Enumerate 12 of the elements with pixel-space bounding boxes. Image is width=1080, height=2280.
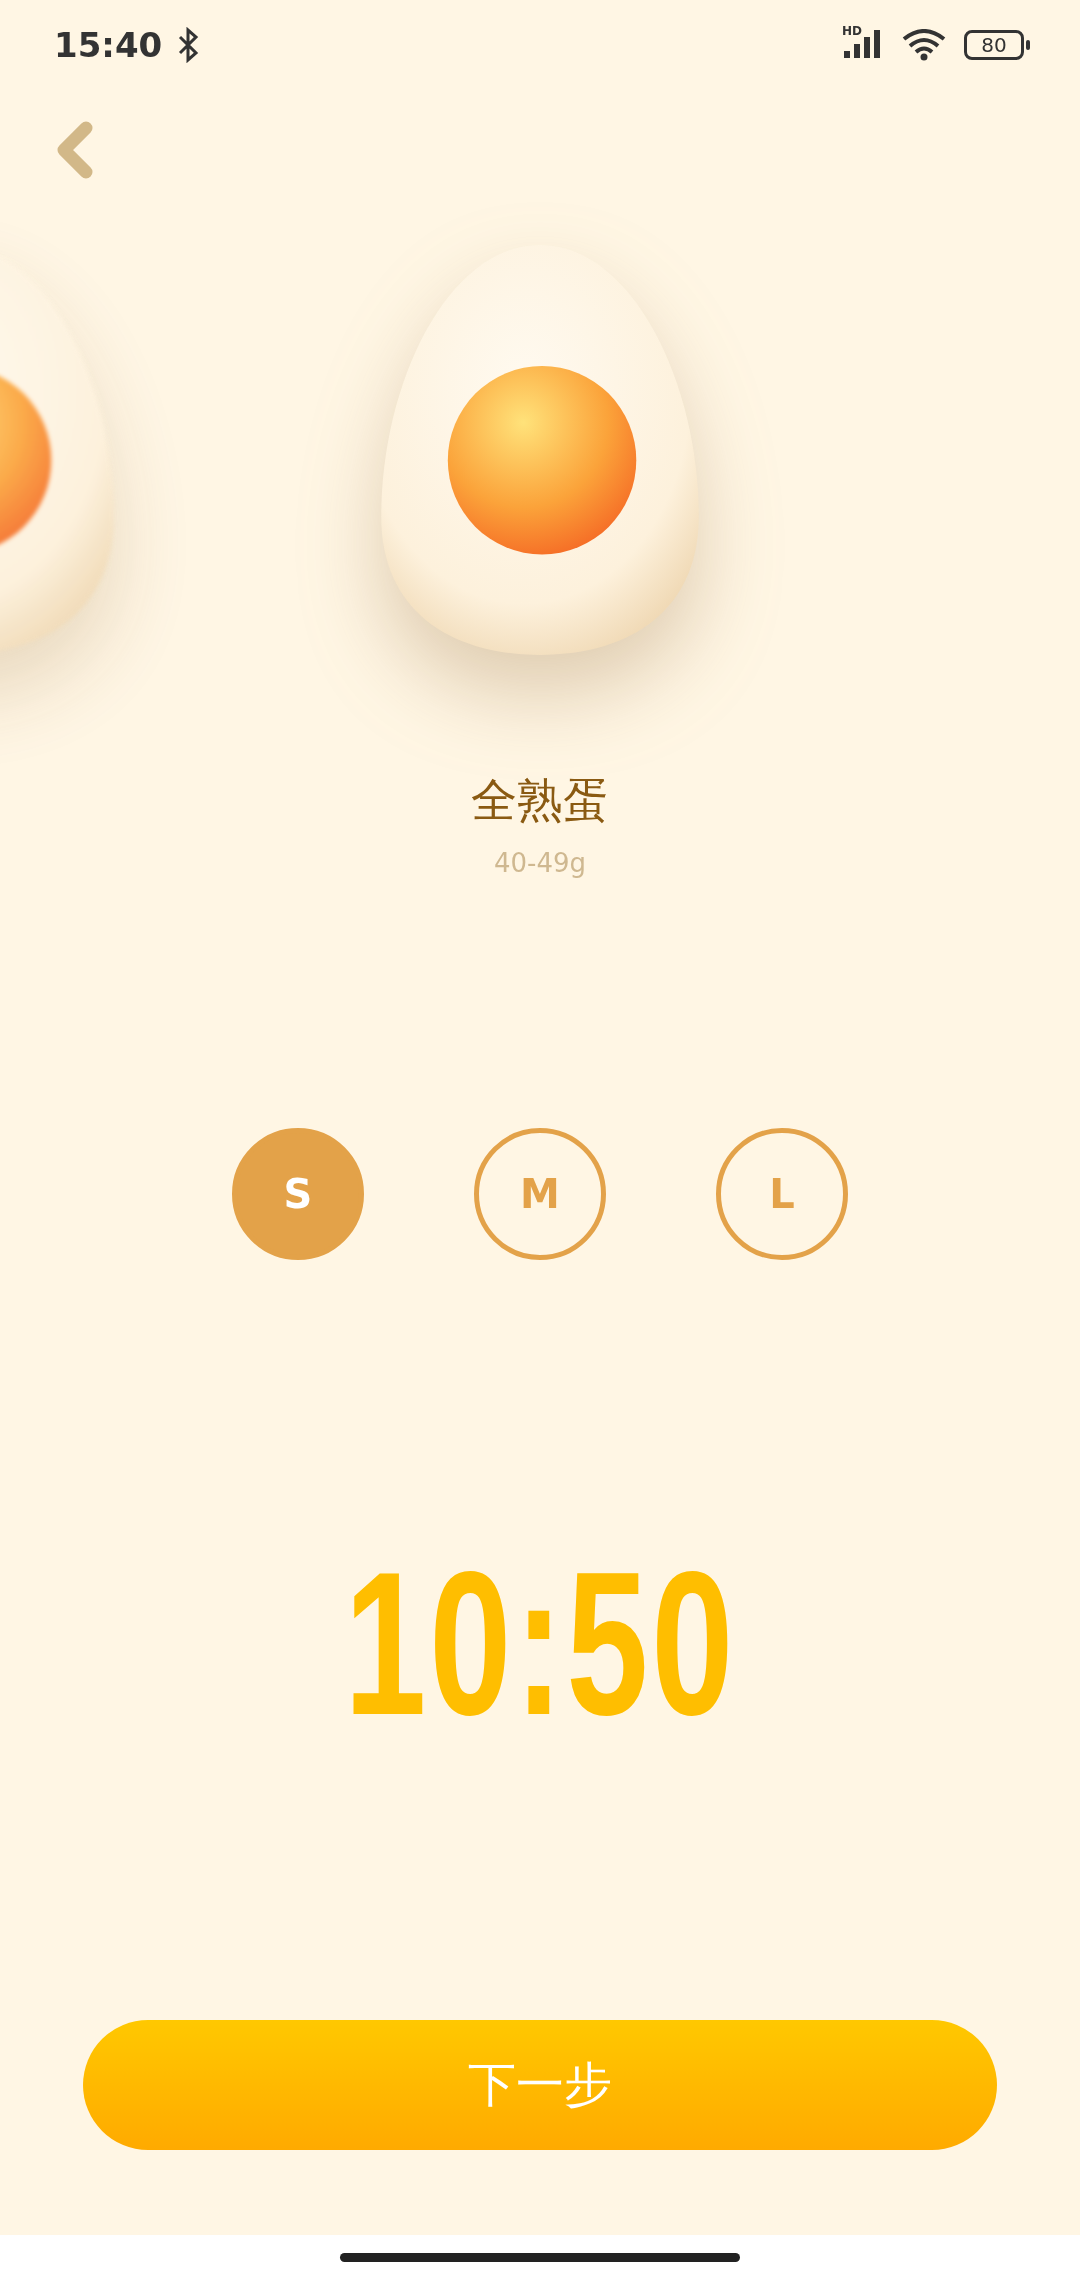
wifi-icon bbox=[902, 29, 946, 61]
home-indicator[interactable] bbox=[340, 2253, 740, 2262]
next-button[interactable]: 下一步 bbox=[83, 2020, 997, 2150]
network-type-label: HD bbox=[842, 24, 862, 38]
bluetooth-icon bbox=[176, 27, 201, 63]
egg-name: 全熟蛋 bbox=[470, 772, 610, 829]
timer-display: 10:50 bbox=[344, 1540, 736, 1745]
size-option[interactable]: M bbox=[474, 1128, 606, 1260]
size-option[interactable]: L bbox=[716, 1128, 848, 1260]
status-time: 15:40 bbox=[54, 25, 163, 65]
size-option[interactable]: S bbox=[232, 1128, 364, 1260]
egg-weight: 40-49g bbox=[492, 848, 588, 878]
